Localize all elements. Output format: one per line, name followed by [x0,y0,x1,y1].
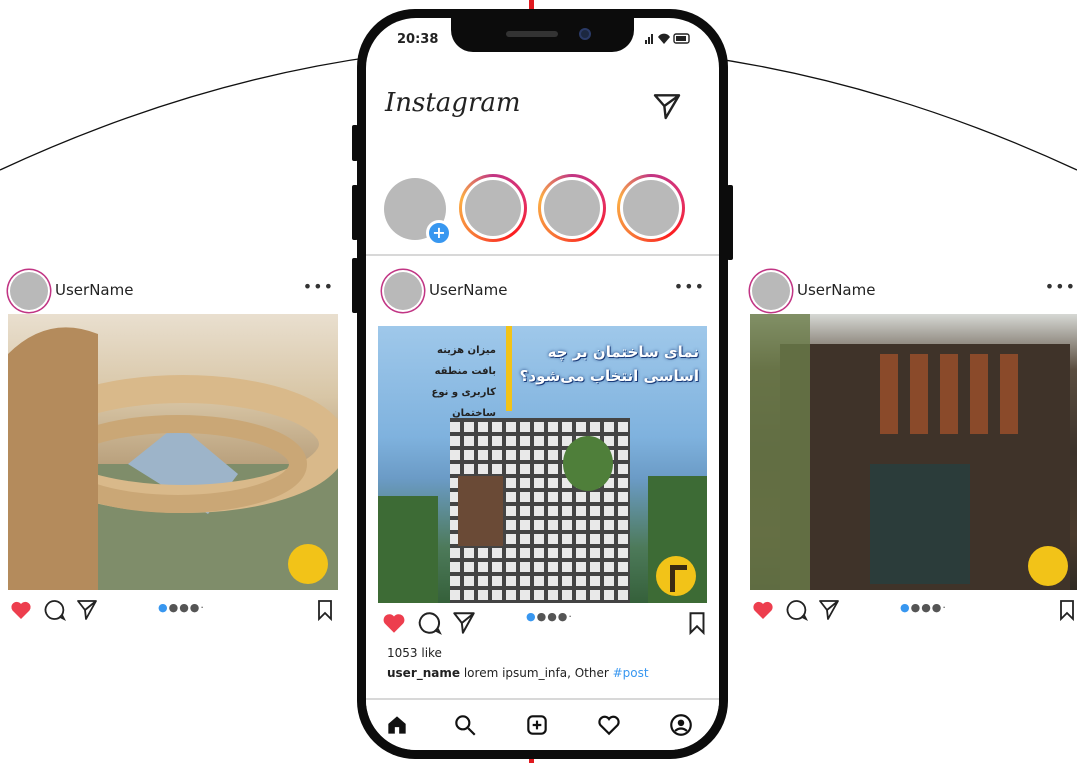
carousel-indicator: ●●●●· [526,610,573,623]
direct-message-icon[interactable] [651,90,683,122]
post-caption: user_name lorem ipsum_infa, Other #post [387,666,649,680]
post-username[interactable]: UserName [797,281,875,299]
building-inset [458,476,503,546]
like-heart-icon[interactable] [750,598,776,622]
activity-heart-icon[interactable] [596,712,622,738]
bottom-nav [366,698,719,750]
like-count: 1053 like [387,646,442,660]
app-title: Instagram [385,88,521,118]
story-item[interactable] [617,174,685,242]
caption-hashtag[interactable]: #post [613,666,649,680]
comment-icon[interactable] [784,598,810,622]
share-icon[interactable] [450,610,478,636]
post-header: UserName ••• [750,268,1077,314]
add-story-plus-icon[interactable]: + [426,220,452,246]
front-camera [579,28,591,40]
like-heart-icon[interactable] [8,598,34,622]
search-icon[interactable] [452,712,478,738]
stories-bar: + [366,173,719,246]
stories-divider [366,254,719,256]
more-options-icon[interactable]: ••• [303,277,334,296]
side-post-right: UserName ••• ●●●●· [750,268,1077,624]
avatar[interactable] [752,272,790,310]
comment-icon[interactable] [42,598,68,622]
phone-screen: 20:38 Instagram + UserName ••• نمای ساخت… [366,18,719,750]
add-post-icon[interactable] [524,712,550,738]
notch [451,18,634,52]
post-image[interactable] [750,314,1077,590]
comment-icon[interactable] [416,610,444,636]
brand-logo [656,556,696,596]
like-heart-icon[interactable] [380,610,408,636]
share-icon[interactable] [816,598,842,622]
post-feature-list: میزان هزینه بافت منطقه کاربری و نوع ساخت… [396,340,496,424]
status-time: 20:38 [397,32,439,47]
home-icon[interactable] [384,712,410,738]
avatar[interactable] [384,272,422,310]
your-story[interactable]: + [384,178,452,246]
post-username[interactable]: UserName [55,281,133,299]
share-icon[interactable] [74,598,100,622]
facade-photo [750,314,1070,590]
post-username[interactable]: UserName [429,281,507,299]
phone-frame: 20:38 Instagram + UserName ••• نمای ساخت… [357,9,728,759]
post-headline: نمای ساختمان بر چه اساسی انتخاب می‌شود؟ [519,343,699,385]
carousel-indicator: ●●●●· [158,601,205,614]
trees-left [378,496,438,603]
status-icons [645,32,691,47]
feature-item: کاربری و نوع ساختمان [431,387,496,419]
tree [563,436,613,491]
carousel-indicator: ●●●●· [900,601,947,614]
caption-username[interactable]: user_name [387,666,460,680]
feature-item: میزان هزینه [437,345,496,356]
caption-text: lorem ipsum_infa, Other [460,666,613,680]
post-actions: ●●●●· [366,604,719,640]
speaker [506,31,558,37]
bookmark-icon[interactable] [312,598,338,622]
post-actions: ●●●●· [750,594,1077,624]
story-item[interactable] [459,174,527,242]
post-header: UserName ••• [366,266,719,312]
signal-wifi-battery-icon [645,33,690,44]
post-actions: ●●●●· [8,594,338,624]
feature-item: بافت منطقه [434,366,496,377]
side-post-left: UserName ••• ●●●●· [8,268,338,624]
avatar[interactable] [10,272,48,310]
post-image[interactable] [8,314,338,590]
profile-icon[interactable] [668,712,694,738]
bookmark-icon[interactable] [684,610,710,636]
post-header: UserName ••• [8,268,338,314]
story-item[interactable] [538,174,606,242]
more-options-icon[interactable]: ••• [1045,277,1076,296]
bookmark-icon[interactable] [1054,598,1077,622]
post-image[interactable]: نمای ساختمان بر چه اساسی انتخاب می‌شود؟ … [378,326,707,603]
feed-post: UserName ••• نمای ساختمان بر چه اساسی ان… [366,266,719,680]
architecture-illustration [8,327,338,590]
more-options-icon[interactable]: ••• [674,277,705,296]
